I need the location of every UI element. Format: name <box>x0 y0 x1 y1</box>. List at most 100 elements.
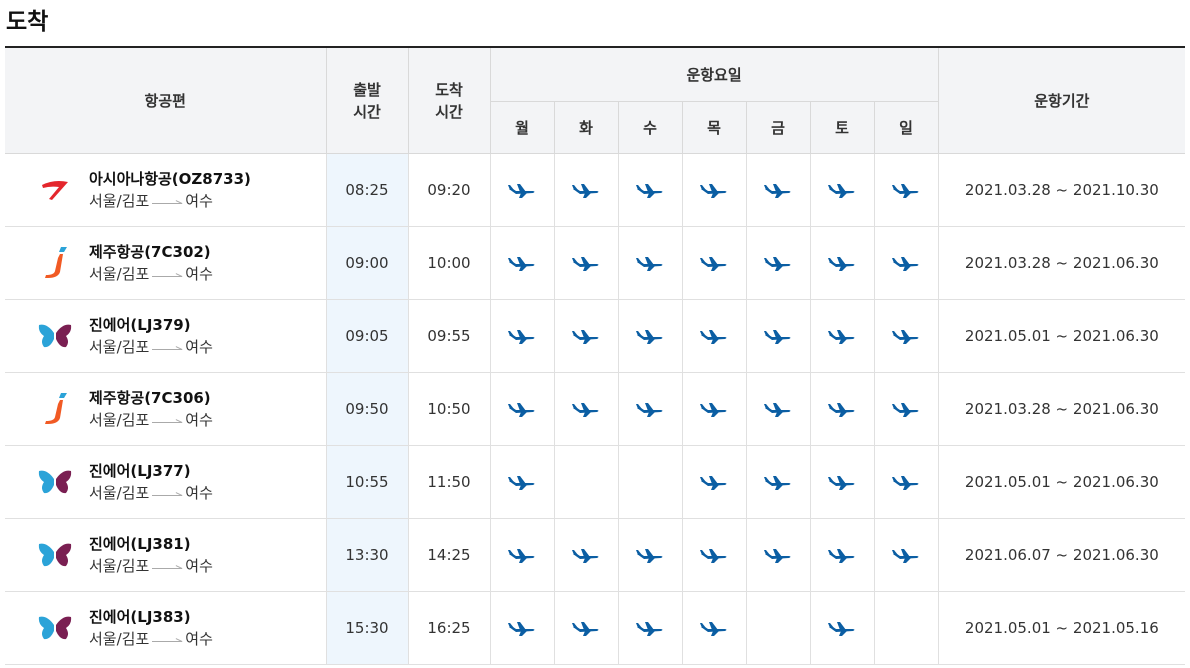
day-cell <box>873 226 939 300</box>
airplane-icon <box>827 327 857 345</box>
day-cell <box>809 445 875 519</box>
route: 서울/김포 여수 <box>89 628 213 650</box>
header-period: 운항기간 <box>937 46 1186 154</box>
header-day: 수 <box>617 101 683 154</box>
airplane-icon <box>699 181 729 199</box>
day-cell <box>873 153 939 227</box>
arrival-time: 16:25 <box>407 591 491 665</box>
jinair-logo-icon <box>27 613 83 643</box>
day-cell <box>489 153 555 227</box>
route-origin: 서울/김포 <box>89 557 150 575</box>
route-origin: 서울/김포 <box>89 411 150 429</box>
day-cell <box>489 445 555 519</box>
airplane-icon <box>763 473 793 491</box>
arrival-time: 10:00 <box>407 226 491 300</box>
route-origin: 서울/김포 <box>89 192 150 210</box>
airplane-icon <box>507 327 537 345</box>
route-destination: 여수 <box>185 265 213 283</box>
day-cell <box>553 299 619 373</box>
day-cell <box>553 445 619 519</box>
day-cell <box>809 372 875 446</box>
route: 서울/김포 여수 <box>89 190 251 212</box>
header-day: 화 <box>553 101 619 154</box>
airplane-icon <box>635 546 665 564</box>
route-destination: 여수 <box>185 411 213 429</box>
jinair-logo-icon <box>27 540 83 570</box>
airplane-icon <box>635 619 665 637</box>
route-destination: 여수 <box>185 484 213 502</box>
flight-cell: 진에어(LJ381) 서울/김포 여수 <box>5 518 327 592</box>
operating-period: 2021.03.28 ~ 2021.10.30 <box>937 153 1186 227</box>
header-flight: 항공편 <box>5 46 327 154</box>
route-origin: 서울/김포 <box>89 265 150 283</box>
route-arrow-icon <box>152 635 183 643</box>
airplane-icon <box>891 181 921 199</box>
route-arrow-icon <box>152 489 183 497</box>
day-cell <box>809 591 875 665</box>
airplane-icon <box>699 400 729 418</box>
route-destination: 여수 <box>185 557 213 575</box>
table-row: 제주항공(7C302) 서울/김포 여수 09:00 10:00 2021.03.28 ~… <box>5 226 1186 300</box>
day-cell <box>489 226 555 300</box>
airplane-icon <box>571 546 601 564</box>
route: 서울/김포 여수 <box>89 336 213 358</box>
day-cell <box>809 299 875 373</box>
arrival-time: 10:50 <box>407 372 491 446</box>
flight-cell: 제주항공(7C306) 서울/김포 여수 <box>5 372 327 446</box>
flight-name: 제주항공(7C302) <box>89 243 211 261</box>
airplane-icon <box>699 619 729 637</box>
arrival-header-line: 시간 <box>435 102 463 121</box>
day-cell <box>809 518 875 592</box>
airplane-icon <box>635 254 665 272</box>
day-cell <box>489 372 555 446</box>
route-destination: 여수 <box>185 192 213 210</box>
day-cell <box>873 299 939 373</box>
flight-name: 제주항공(7C306) <box>89 389 211 407</box>
operating-period: 2021.05.01 ~ 2021.06.30 <box>937 299 1186 373</box>
arrival-time: 09:55 <box>407 299 491 373</box>
flight-cell: 진에어(LJ383) 서울/김포 여수 <box>5 591 327 665</box>
day-cell <box>617 153 683 227</box>
airplane-icon <box>699 327 729 345</box>
day-cell <box>489 518 555 592</box>
day-cell <box>617 518 683 592</box>
airplane-icon <box>699 473 729 491</box>
airplane-icon <box>891 546 921 564</box>
operating-period: 2021.03.28 ~ 2021.06.30 <box>937 226 1186 300</box>
day-cell <box>553 591 619 665</box>
day-cell <box>553 153 619 227</box>
day-cell <box>681 518 747 592</box>
header-day: 월 <box>490 101 555 154</box>
table-row: 진에어(LJ383) 서울/김포 여수 15:30 16:25 2021.05.01 ~ … <box>5 591 1186 665</box>
day-cell <box>617 372 683 446</box>
flight-cell: 아시아나항공(OZ8733) 서울/김포 여수 <box>5 153 327 227</box>
arrival-time: 14:25 <box>407 518 491 592</box>
airplane-icon <box>827 181 857 199</box>
table-row: 진에어(LJ379) 서울/김포 여수 09:05 09:55 2021.05.01 ~ … <box>5 299 1186 373</box>
day-cell <box>681 299 747 373</box>
departure-header-line: 시간 <box>353 102 381 121</box>
jeju-logo-icon <box>27 246 83 280</box>
header-day: 토 <box>809 101 875 154</box>
flight-cell: 진에어(LJ379) 서울/김포 여수 <box>5 299 327 373</box>
flight-cell: 제주항공(7C302) 서울/김포 여수 <box>5 226 327 300</box>
route-origin: 서울/김포 <box>89 484 150 502</box>
departure-header-line: 출발 <box>353 80 381 99</box>
airplane-icon <box>507 400 537 418</box>
departure-time: 10:55 <box>325 445 409 519</box>
table-row: 아시아나항공(OZ8733) 서울/김포 여수 08:25 09:20 2021.03.2… <box>5 153 1186 227</box>
airplane-icon <box>891 473 921 491</box>
table-row: 제주항공(7C306) 서울/김포 여수 09:50 10:50 2021.03.28 ~… <box>5 372 1186 446</box>
airplane-icon <box>507 181 537 199</box>
route: 서울/김포 여수 <box>89 263 213 285</box>
operating-period: 2021.05.01 ~ 2021.05.16 <box>937 591 1186 665</box>
header-day: 일 <box>873 101 939 154</box>
header-arrival: 도착 시간 <box>407 46 491 154</box>
day-cell <box>617 445 683 519</box>
flight-cell: 진에어(LJ377) 서울/김포 여수 <box>5 445 327 519</box>
airplane-icon <box>571 254 601 272</box>
day-cell <box>617 299 683 373</box>
day-cell <box>553 226 619 300</box>
airplane-icon <box>635 181 665 199</box>
jinair-logo-icon <box>27 467 83 497</box>
